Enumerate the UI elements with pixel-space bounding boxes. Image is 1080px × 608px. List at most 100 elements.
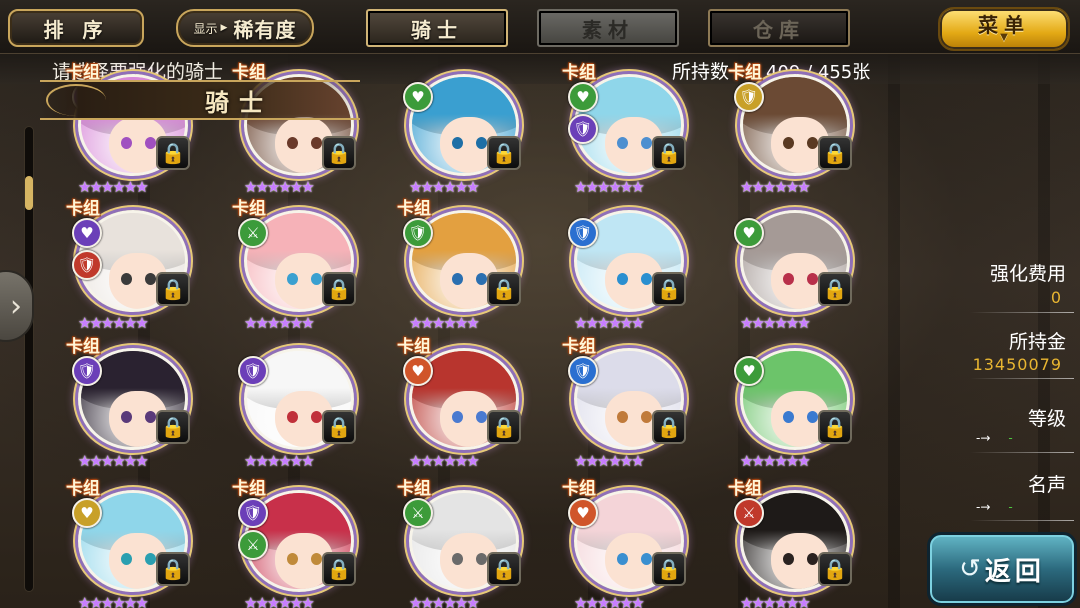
rarity-stars: ★★★★★★: [574, 178, 645, 196]
knight-card[interactable]: ♥ 🔒 ★★★★★★: [734, 348, 852, 470]
knight-card[interactable]: ♥ 🔒 卡组 ★★★★★★: [562, 479, 686, 608]
portrait-eye: [121, 411, 132, 423]
rarity-stars: ★★★★★★: [574, 452, 645, 470]
menu-button[interactable]: 菜单 ▼: [938, 7, 1070, 51]
back-button[interactable]: ↺ 返回: [927, 532, 1077, 606]
deck-tag: 卡组: [232, 199, 266, 219]
knight-card[interactable]: 🛡 🔒 卡组 ★★★★★★: [66, 337, 190, 470]
portrait-eye: [311, 411, 322, 423]
portrait-eye: [452, 273, 463, 285]
portrait-eye: [783, 137, 794, 149]
knight-card[interactable]: ♥ 🔒 卡组 ★★★★★★: [66, 479, 190, 608]
knight-card[interactable]: 🛡 🔒 卡组 ★★★★★★: [728, 63, 852, 196]
tab-storage[interactable]: 仓库: [708, 9, 850, 47]
fame-change: -→ -: [976, 500, 1013, 514]
lock-icon: 🔒: [652, 272, 686, 306]
portrait-eye: [287, 553, 298, 565]
section-banner: 骑士: [40, 80, 360, 120]
play-arrow-icon: ▶: [220, 23, 228, 33]
top-bar: 排 序 显示 ▶ 稀有度 骑士 素材 仓库 菜单 ▼: [0, 0, 1080, 54]
rarity-stars: ★★★★★★: [244, 314, 315, 332]
portrait-eye: [121, 137, 132, 149]
knight-card[interactable]: ⚔ 🔒 卡组 ★★★★★★: [232, 199, 356, 332]
attribute-icon: ♥: [568, 498, 598, 528]
knight-card[interactable]: 🛡 ⚔ 🔒 卡组 ★★★★★★: [232, 479, 356, 608]
lock-icon: 🔒: [487, 136, 521, 170]
deck-tag: 卡组: [397, 199, 431, 219]
knight-card[interactable]: 🛡 🔒 ★★★★★★: [238, 348, 356, 470]
scrollbar-thumb[interactable]: [25, 176, 33, 210]
display-prefix: 显示: [193, 21, 218, 36]
attribute-icon: 🛡: [734, 82, 764, 112]
attribute-icon: 🛡: [568, 356, 598, 386]
deck-tag: 卡组: [562, 337, 596, 357]
attribute-icon: 🛡: [238, 356, 268, 386]
attribute-icon: ⚔: [403, 498, 433, 528]
deck-tag: 卡组: [397, 337, 431, 357]
knight-card[interactable]: ⚔ 🔒 卡组 ★★★★★★: [728, 479, 852, 608]
deck-tag: 卡组: [66, 199, 100, 219]
knight-card[interactable]: ♥ 🛡 🔒 卡组 ★★★★★★: [562, 63, 686, 196]
right-arrow-icon: →: [980, 431, 991, 445]
menu-down-arrow-icon: ▼: [1000, 32, 1008, 43]
lock-icon: 🔒: [818, 136, 852, 170]
tab-materials[interactable]: 素材: [537, 9, 679, 47]
attribute-icon: 🛡: [238, 498, 268, 528]
lock-icon: 🔒: [156, 552, 190, 586]
deck-tag: 卡组: [397, 479, 431, 499]
attribute-icon: ⚔: [734, 498, 764, 528]
rarity-filter-button[interactable]: 显示 ▶ 稀有度: [176, 9, 314, 47]
attribute-icon: 🛡: [72, 250, 102, 280]
tab-materials-label: 素材: [582, 17, 634, 42]
lock-icon: 🔒: [818, 410, 852, 444]
lock-icon: 🔒: [487, 552, 521, 586]
lock-icon: 🔒: [652, 136, 686, 170]
portrait-eye: [476, 137, 487, 149]
portrait-eye: [807, 553, 818, 565]
lock-icon: 🔒: [156, 410, 190, 444]
attribute-icon: ♥: [568, 82, 598, 112]
sort-button[interactable]: 排 序: [8, 9, 144, 47]
knight-card[interactable]: 🛡 🔒 卡组 ★★★★★★: [562, 337, 686, 470]
return-arrow-icon: ↺: [959, 554, 981, 584]
attribute-icon: 🛡: [403, 218, 433, 248]
tab-storage-label: 仓库: [753, 17, 805, 42]
portrait-eye: [617, 411, 628, 423]
tab-knights[interactable]: 骑士: [366, 9, 508, 47]
knight-card[interactable]: ⚔ 🔒 卡组 ★★★★★★: [397, 479, 521, 608]
rarity-stars: ★★★★★★: [78, 452, 149, 470]
cost-label: 强化费用: [989, 263, 1066, 285]
lock-icon: 🔒: [652, 552, 686, 586]
rarity-stars: ★★★★★★: [740, 452, 811, 470]
knight-card[interactable]: 🛡 🔒 卡组 ★★★★★★: [397, 199, 521, 332]
deck-tag: 卡组: [562, 63, 596, 83]
knight-card[interactable]: ♥ 🔒 ★★★★★★: [403, 74, 521, 196]
knight-card[interactable]: ♥ 🔒 卡组 ★★★★★★: [397, 337, 521, 470]
portrait-eye: [807, 273, 818, 285]
level-to: -: [1008, 431, 1013, 445]
portrait-eye: [452, 411, 463, 423]
back-label: 返回: [984, 556, 1045, 587]
deck-tag: 卡组: [728, 63, 762, 83]
chevron-right-icon: ›: [10, 288, 22, 324]
portrait-eye: [641, 273, 652, 285]
cost-value: 0: [1050, 288, 1062, 307]
rarity-stars: ★★★★★★: [244, 594, 315, 608]
portrait-eye: [145, 273, 156, 285]
attribute-icon: 🛡: [568, 114, 598, 144]
portrait-eye: [311, 553, 322, 565]
portrait-eye: [287, 411, 298, 423]
attribute-icon: ♥: [734, 356, 764, 386]
fame-label: 名声: [1027, 474, 1066, 496]
knight-card[interactable]: ♥ 🛡 🔒 卡组 ★★★★★★: [66, 199, 190, 332]
knight-card[interactable]: 🛡 🔒 ★★★★★★: [568, 210, 686, 332]
portrait-eye: [452, 553, 463, 565]
portrait-eye: [783, 273, 794, 285]
knight-card[interactable]: ♥ 🔒 ★★★★★★: [734, 210, 852, 332]
lock-icon: 🔒: [652, 410, 686, 444]
tab-knights-label: 骑士: [411, 17, 463, 42]
lock-icon: 🔒: [487, 272, 521, 306]
rarity-stars: ★★★★★★: [409, 594, 480, 608]
lock-icon: 🔒: [322, 410, 356, 444]
section-title: 骑士: [205, 87, 273, 117]
